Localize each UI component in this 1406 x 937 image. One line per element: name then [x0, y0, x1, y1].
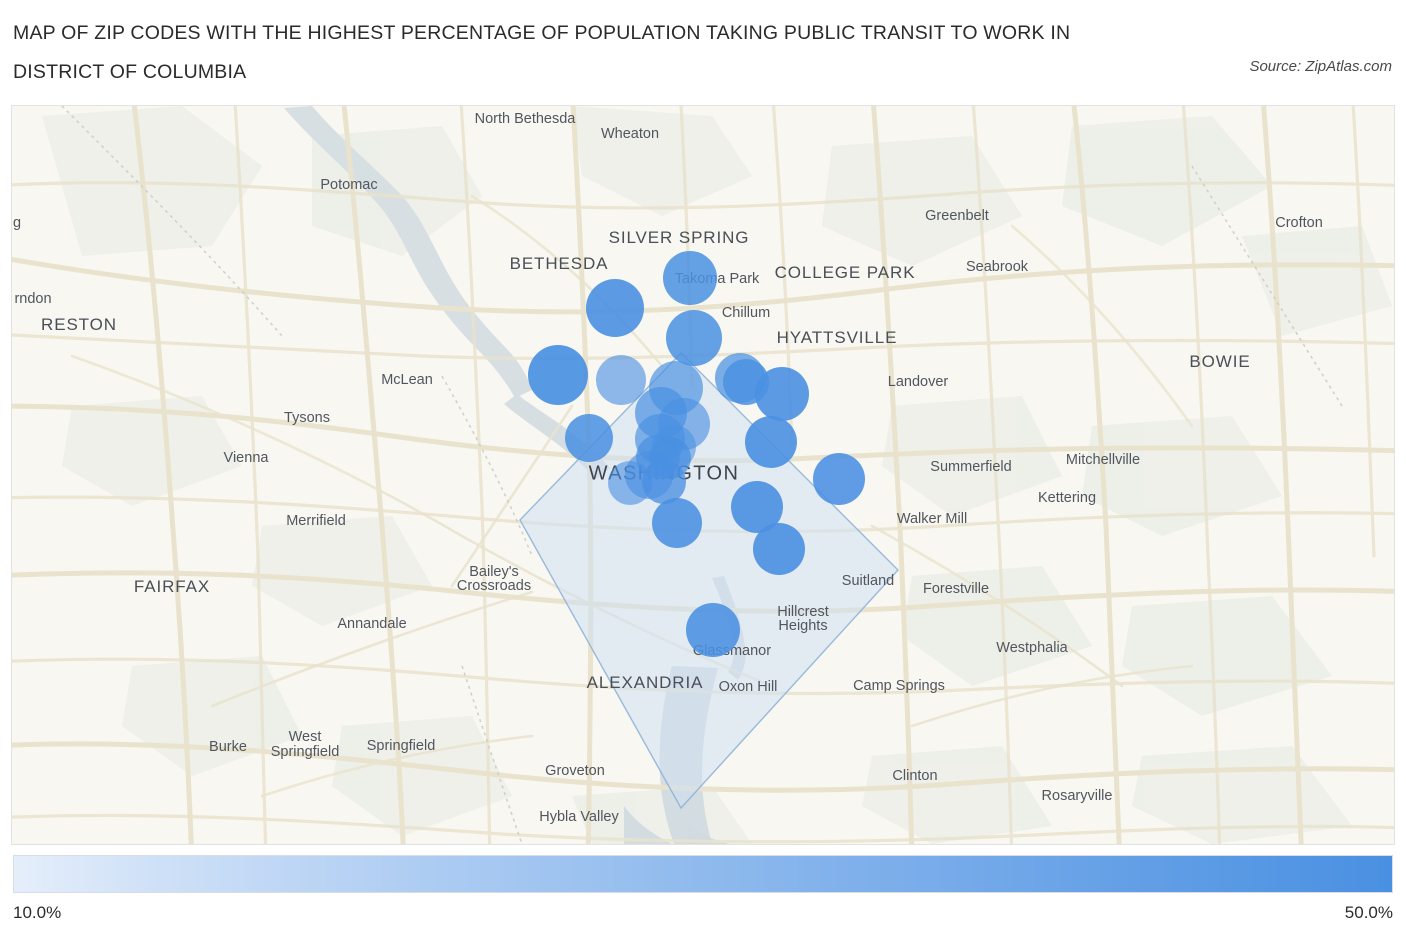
map-bubble[interactable] [663, 251, 717, 305]
legend-min-label: 10.0% [13, 903, 62, 922]
map-bubble[interactable] [528, 345, 588, 405]
map-container[interactable]: North Bethesda Wheaton Potomac Greenbelt Cro… [11, 105, 1395, 845]
page-header: MAP OF ZIP CODES WITH THE HIGHEST PERCEN… [0, 0, 1406, 100]
map-bubble[interactable] [586, 279, 644, 337]
legend-max-label: 50.0% [1344, 903, 1393, 922]
legend-gradient-bar [13, 855, 1393, 893]
map-bubble[interactable] [745, 416, 797, 468]
map-bubble[interactable] [666, 310, 722, 366]
map-basemap [12, 106, 1394, 844]
legend: 10.0% 50.0% [13, 855, 1393, 922]
map-bubble[interactable] [686, 603, 740, 657]
page-title: MAP OF ZIP CODES WITH THE HIGHEST PERCEN… [13, 22, 1071, 83]
map-bubble[interactable] [608, 461, 652, 505]
map-bubble[interactable] [753, 523, 805, 575]
map-bubble[interactable] [813, 453, 865, 505]
map-page: MAP OF ZIP CODES WITH THE HIGHEST PERCEN… [0, 0, 1406, 937]
map-bubble[interactable] [565, 414, 613, 462]
map-bubble[interactable] [755, 367, 809, 421]
map-bubble[interactable] [652, 498, 702, 548]
source-attribution: Source: ZipAtlas.com [1249, 58, 1392, 75]
